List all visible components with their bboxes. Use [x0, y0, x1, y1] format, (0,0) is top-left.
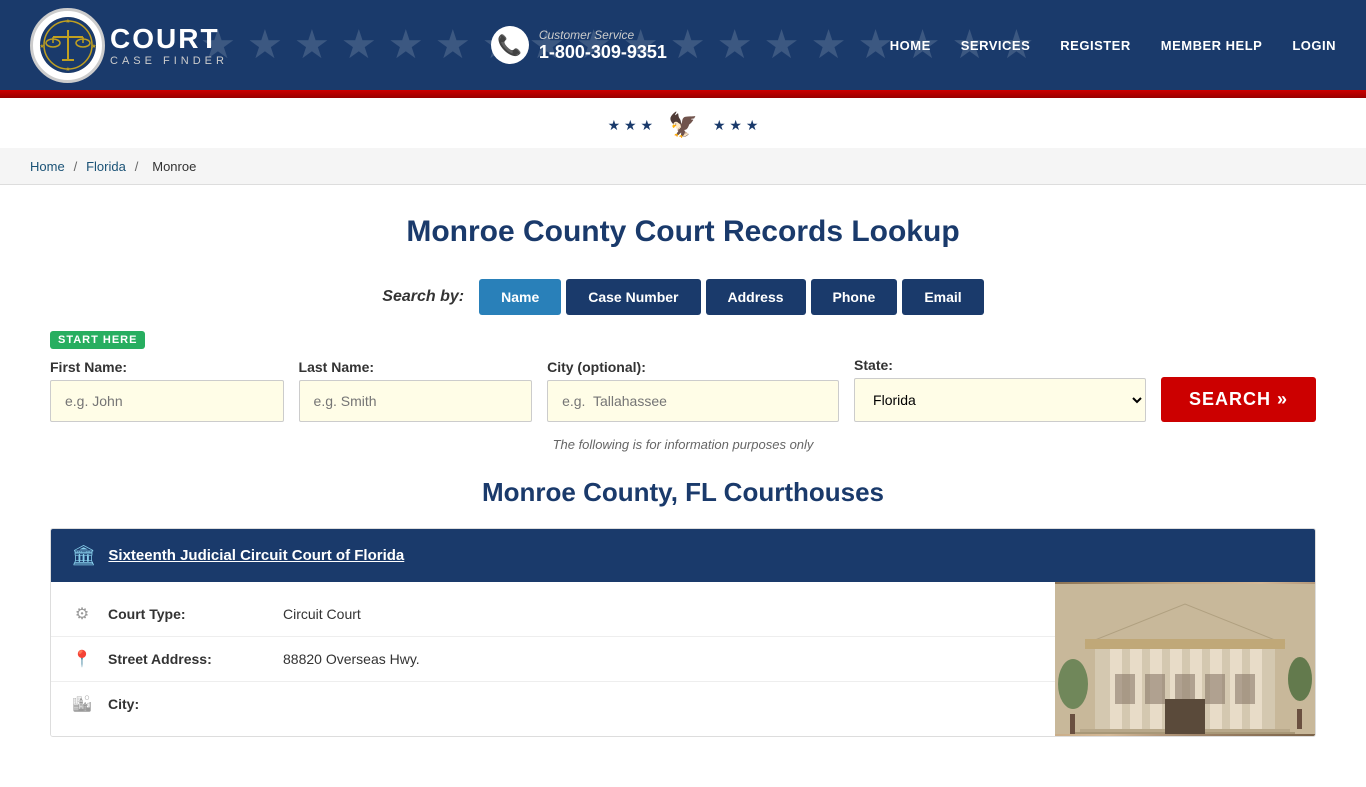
address-label: Street Address:	[108, 651, 268, 667]
address-icon: 📍	[71, 649, 93, 669]
nav-login[interactable]: LOGIN	[1292, 38, 1336, 53]
svg-text:★: ★	[91, 43, 96, 50]
tab-case-number[interactable]: Case Number	[566, 279, 700, 315]
info-note: The following is for information purpose…	[50, 437, 1316, 452]
eagle-banner: ★ ★ ★ 🦅 ★ ★ ★	[0, 98, 1366, 148]
tab-phone[interactable]: Phone	[811, 279, 898, 315]
nav-register[interactable]: REGISTER	[1060, 38, 1130, 53]
city-detail-label: City:	[108, 696, 268, 712]
logo-court-label: COURT	[110, 23, 228, 55]
address-value: 88820 Overseas Hwy.	[283, 651, 420, 667]
nav-member-help[interactable]: MEMBER HELP	[1161, 38, 1263, 53]
svg-text:★: ★	[65, 66, 70, 73]
eagle-stars-right: ★ ★ ★	[713, 117, 758, 134]
breadcrumb-county: Monroe	[152, 159, 196, 174]
city-icon: 🏙	[71, 694, 93, 714]
breadcrumb-sep2: /	[135, 159, 139, 174]
site-header: ★ ★ ★ ★ ★ ★ ★ ★ ★ ★ ★ ★ ★ ★ ★ ★ ★ ★ ★ ★ …	[0, 0, 1366, 90]
tab-email[interactable]: Email	[902, 279, 983, 315]
breadcrumb-home[interactable]: Home	[30, 159, 65, 174]
logo-case-finder-label: CASE FINDER	[110, 55, 228, 67]
start-here-badge: START HERE	[50, 331, 145, 349]
last-name-group: Last Name:	[299, 359, 533, 422]
last-name-input[interactable]	[299, 380, 533, 422]
first-name-input[interactable]	[50, 380, 284, 422]
state-label: State:	[854, 357, 1146, 373]
nav-services[interactable]: SERVICES	[961, 38, 1031, 53]
state-select[interactable]: Florida	[854, 378, 1146, 422]
court-type-label: Court Type:	[108, 606, 268, 622]
courthouse-name-link[interactable]: Sixteenth Judicial Circuit Court of Flor…	[108, 547, 404, 564]
first-name-label: First Name:	[50, 359, 284, 375]
courthouses-title: Monroe County, FL Courthouses	[50, 477, 1316, 508]
search-by-label: Search by:	[382, 288, 464, 306]
breadcrumb-bar: Home / Florida / Monroe	[0, 148, 1366, 185]
search-by-row: Search by: Name Case Number Address Phon…	[50, 279, 1316, 315]
court-type-icon: ⚙	[71, 604, 93, 624]
courthouse-icon: 🏛	[71, 543, 96, 568]
cs-number: 1-800-309-9351	[539, 42, 667, 63]
customer-service-area: 📞 Customer Service 1-800-309-9351	[491, 26, 667, 64]
eagle-stars-left: ★ ★ ★	[608, 117, 653, 134]
logo-area[interactable]: ★ ★ ★ ★ COURT CASE FINDER	[30, 8, 228, 83]
breadcrumb-state[interactable]: Florida	[86, 159, 126, 174]
search-button[interactable]: SEARCH »	[1161, 377, 1316, 422]
search-form-row: First Name: Last Name: City (optional): …	[50, 357, 1316, 422]
city-label: City (optional):	[547, 359, 839, 375]
form-area: START HERE First Name: Last Name: City (…	[50, 330, 1316, 422]
logo-text: COURT CASE FINDER	[110, 23, 228, 67]
main-nav: HOME SERVICES REGISTER MEMBER HELP LOGIN	[890, 38, 1336, 53]
cs-label: Customer Service	[539, 28, 667, 42]
first-name-group: First Name:	[50, 359, 284, 422]
page-title: Monroe County Court Records Lookup	[50, 215, 1316, 249]
svg-text:★: ★	[65, 18, 70, 25]
state-group: State: Florida	[854, 357, 1146, 422]
tab-address[interactable]: Address	[706, 279, 806, 315]
courthouse-details: ⚙ Court Type: Circuit Court 📍 Street Add…	[51, 582, 1055, 736]
svg-text:★: ★	[39, 43, 44, 50]
courthouse-header: 🏛 Sixteenth Judicial Circuit Court of Fl…	[51, 529, 1315, 582]
court-type-row: ⚙ Court Type: Circuit Court	[51, 592, 1055, 637]
city-group: City (optional):	[547, 359, 839, 422]
cs-text: Customer Service 1-800-309-9351	[539, 28, 667, 63]
logo-badge: ★ ★ ★ ★	[30, 8, 105, 83]
eagle-container: ★ ★ ★ 🦅 ★ ★ ★	[588, 103, 779, 148]
address-row: 📍 Street Address: 88820 Overseas Hwy.	[51, 637, 1055, 682]
red-banner	[0, 90, 1366, 98]
courthouse-body: ⚙ Court Type: Circuit Court 📍 Street Add…	[51, 582, 1315, 736]
courthouse-photo	[1055, 582, 1315, 736]
nav-home[interactable]: HOME	[890, 38, 931, 53]
court-type-value: Circuit Court	[283, 606, 361, 622]
courthouse-card: 🏛 Sixteenth Judicial Circuit Court of Fl…	[50, 528, 1316, 737]
last-name-label: Last Name:	[299, 359, 533, 375]
tab-name[interactable]: Name	[479, 279, 561, 315]
courthouse-image	[1055, 582, 1315, 736]
breadcrumb-sep1: /	[74, 159, 78, 174]
phone-icon: 📞	[491, 26, 529, 64]
city-row: 🏙 City:	[51, 682, 1055, 726]
eagle-icon: 🦅	[668, 111, 698, 140]
main-content: Monroe County Court Records Lookup Searc…	[0, 185, 1366, 787]
city-input[interactable]	[547, 380, 839, 422]
